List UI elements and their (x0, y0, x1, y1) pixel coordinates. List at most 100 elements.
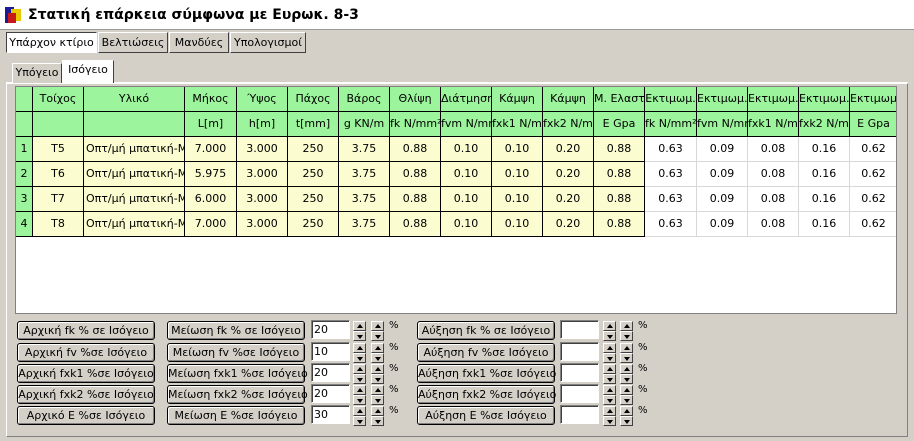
table-cell[interactable]: 3.000 (237, 187, 288, 212)
increase-percent-field[interactable] (560, 405, 599, 424)
spin-down-icon[interactable] (353, 395, 366, 405)
table-cell[interactable]: 0.88 (594, 212, 645, 237)
reduce-button[interactable]: Μείωση fv %σε Ισόγειο (167, 343, 305, 362)
spin-down-icon[interactable] (620, 331, 633, 341)
increase-button[interactable]: Αύξηση fxk1 %σε Ισόγειο (417, 364, 556, 383)
spin-up-icon[interactable] (620, 321, 633, 331)
table-cell[interactable]: Οπτ/μή μπατική-M2 (84, 212, 185, 237)
table-cell[interactable]: 0.62 (850, 212, 896, 237)
increase-button[interactable]: Αύξηση fxk2 %σε Ισόγειο (417, 385, 556, 404)
table-cell[interactable]: 0.09 (697, 187, 748, 212)
table-cell[interactable]: 0.88 (594, 187, 645, 212)
table-cell[interactable]: 0.09 (697, 212, 748, 237)
table-cell[interactable]: 5.975 (185, 162, 237, 187)
table-cell[interactable]: 0.62 (850, 162, 896, 187)
initial-value-button[interactable]: Αρχική fxk1 %σε Ισόγειο (17, 364, 155, 383)
spin-down-icon[interactable] (371, 374, 384, 384)
spin-up-icon[interactable] (620, 406, 633, 416)
reduce-button[interactable]: Μείωση fk % σε Ισόγειο (167, 321, 305, 340)
tab-jackets[interactable]: Μανδύες (169, 32, 229, 53)
reduce-button[interactable]: Μείωση Ε %σε Ισόγειο (167, 406, 305, 425)
spin-up-icon[interactable] (353, 364, 366, 374)
spin-down-icon[interactable] (371, 416, 384, 426)
table-cell[interactable]: 0.20 (543, 137, 594, 162)
table-cell[interactable]: 7.000 (185, 212, 237, 237)
increase-button[interactable]: Αύξηση Ε %σε Ισόγειο (417, 406, 555, 425)
spin-up-icon[interactable] (371, 406, 384, 416)
table-cell[interactable]: 250 (288, 187, 339, 212)
tab-existing-building[interactable]: Υπάρχον κτίριο (6, 32, 97, 53)
table-cell[interactable]: 3.000 (237, 137, 288, 162)
table-cell[interactable]: 3.75 (339, 187, 390, 212)
table-cell[interactable]: 0.20 (543, 212, 594, 237)
table-cell[interactable]: T8 (33, 212, 84, 237)
spin-up-icon[interactable] (371, 343, 384, 353)
table-cell[interactable]: 0.20 (543, 187, 594, 212)
table-cell[interactable]: 0.16 (799, 162, 850, 187)
table-cell[interactable]: 0.10 (492, 137, 543, 162)
spin-up-icon[interactable] (371, 385, 384, 395)
table-cell[interactable]: 0.62 (850, 187, 896, 212)
spin-up-icon[interactable] (620, 364, 633, 374)
subtab-ground-floor[interactable]: Ισόγειο (62, 60, 114, 83)
table-cell[interactable]: 3.000 (237, 162, 288, 187)
table-cell[interactable]: T6 (33, 162, 84, 187)
reduce-percent-field[interactable]: 10 (311, 342, 350, 361)
initial-value-button[interactable]: Αρχική fk % σε Ισόγειο (17, 321, 155, 340)
table-cell[interactable]: 0.16 (799, 187, 850, 212)
spin-down-icon[interactable] (353, 374, 366, 384)
table-cell[interactable]: 0.09 (697, 137, 748, 162)
tab-improvements[interactable]: Βελτιώσεις (98, 32, 168, 53)
spin-up-icon[interactable] (371, 321, 384, 331)
table-cell[interactable]: 0.88 (390, 187, 441, 212)
table-cell[interactable]: 0.08 (748, 212, 799, 237)
spin-up-icon[interactable] (603, 321, 616, 331)
table-cell[interactable]: 0.10 (492, 187, 543, 212)
table-cell[interactable]: 0.88 (390, 137, 441, 162)
reduce-button[interactable]: Μείωση fxk2 %σε Ισόγειο (167, 385, 308, 404)
table-cell[interactable]: 0.16 (799, 137, 850, 162)
spin-down-icon[interactable] (603, 374, 616, 384)
table-cell[interactable]: 250 (288, 212, 339, 237)
table-cell[interactable]: 0.63 (645, 137, 697, 162)
table-cell[interactable]: 0.62 (850, 137, 896, 162)
table-cell[interactable]: 0.63 (645, 162, 697, 187)
spin-up-icon[interactable] (620, 343, 633, 353)
increase-percent-field[interactable] (560, 384, 599, 403)
table-cell[interactable]: 0.09 (697, 162, 748, 187)
table-cell[interactable]: 3.75 (339, 212, 390, 237)
table-cell[interactable]: 250 (288, 137, 339, 162)
increase-percent-field[interactable] (560, 363, 599, 382)
table-cell[interactable]: 0.88 (390, 212, 441, 237)
spin-down-icon[interactable] (620, 395, 633, 405)
table-cell[interactable]: 7.000 (185, 137, 237, 162)
table-cell[interactable]: 250 (288, 162, 339, 187)
increase-button[interactable]: Αύξηση fv %σε Ισόγειο (417, 343, 555, 362)
table-cell[interactable]: 0.10 (441, 162, 492, 187)
table-cell[interactable]: 0.63 (645, 187, 697, 212)
table-cell[interactable]: T5 (33, 137, 84, 162)
initial-value-button[interactable]: Αρχική fv %σε Ισόγειο (17, 343, 155, 362)
spin-up-icon[interactable] (353, 343, 366, 353)
initial-value-button[interactable]: Αρχική fxk2 %σε Ισόγειο (17, 385, 155, 404)
reduce-percent-field[interactable]: 20 (311, 363, 350, 382)
tab-calculations[interactable]: Υπολογισμοί (230, 32, 306, 53)
spin-down-icon[interactable] (371, 395, 384, 405)
spin-up-icon[interactable] (353, 321, 366, 331)
spin-down-icon[interactable] (353, 331, 366, 341)
table-cell[interactable]: 0.08 (748, 162, 799, 187)
subtab-basement[interactable]: Υπόγειο (12, 63, 62, 83)
increase-percent-field[interactable] (560, 342, 599, 361)
table-cell[interactable]: 0.63 (645, 212, 697, 237)
spin-down-icon[interactable] (603, 395, 616, 405)
table-cell[interactable]: 0.88 (594, 162, 645, 187)
table-cell[interactable]: 6.000 (185, 187, 237, 212)
table-cell[interactable]: Οπτ/μή μπατική-M2 (84, 162, 185, 187)
table-cell[interactable]: 0.08 (748, 137, 799, 162)
table-cell[interactable]: T7 (33, 187, 84, 212)
increase-button[interactable]: Αύξηση fk % σε Ισόγειο (417, 321, 555, 340)
walls-grid[interactable]: Τοίχος Υλικό Μήκος Ύψος Πάχος Βάρος Θλίψη Διάτμ… (15, 86, 897, 314)
table-cell[interactable]: 0.10 (492, 212, 543, 237)
table-cell[interactable]: 0.88 (594, 137, 645, 162)
table-cell[interactable]: 0.16 (799, 212, 850, 237)
